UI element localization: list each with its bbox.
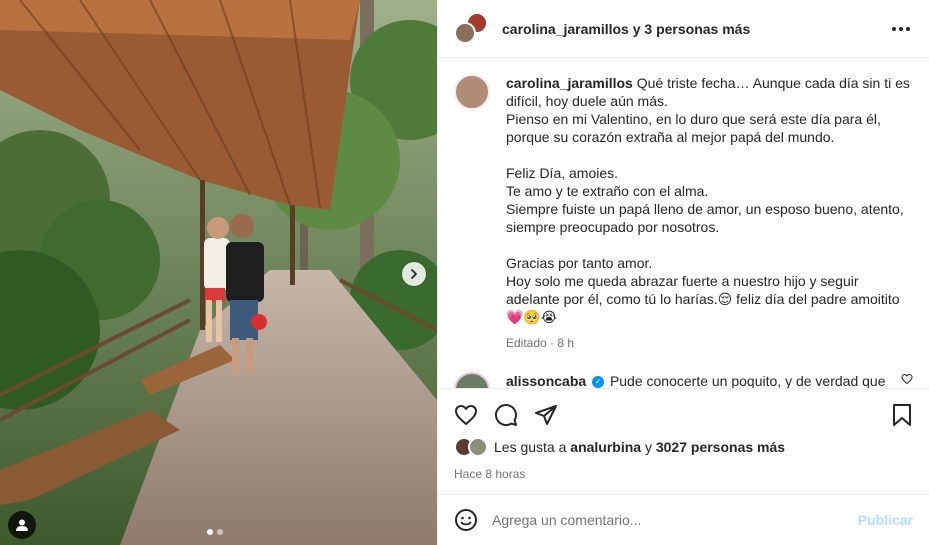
carousel-dot: [217, 529, 223, 535]
caption-line: Pienso en mi Valentino, en lo duro que s…: [506, 111, 881, 127]
user-tag-button[interactable]: [8, 511, 36, 539]
chevron-right-icon: [411, 269, 417, 279]
caption-username[interactable]: carolina_jaramillos: [506, 75, 633, 91]
emoji-icon: [455, 509, 477, 531]
carousel-dot-active: [207, 529, 213, 535]
post-author: carolina_jaramillos y 3 personas más: [502, 21, 889, 37]
comment-input[interactable]: [492, 512, 858, 528]
edited-time[interactable]: 8 h: [557, 336, 574, 350]
avatar: [454, 21, 476, 44]
post-caption: carolina_jaramillos Qué triste fecha… Au…: [454, 74, 913, 350]
collab-text[interactable]: y 3 personas más: [633, 21, 751, 37]
avatar[interactable]: [454, 372, 490, 388]
comment-icon: [495, 404, 517, 427]
caption-line: difícil, hoy duele aún más.: [506, 93, 668, 109]
like-button[interactable]: [454, 403, 478, 427]
post-header: carolina_jaramillos y 3 personas más: [438, 0, 929, 58]
more-options-button[interactable]: [889, 26, 913, 32]
likes-connector: y: [644, 439, 652, 455]
comment-body: Pude conocerte un poquito, y de verdad q…: [609, 373, 886, 388]
more-horizontal-icon: [892, 26, 910, 31]
comment-like-button[interactable]: [901, 372, 913, 388]
caption-line: Te amo y te extraño con el alma.: [506, 183, 709, 199]
avatar[interactable]: [454, 74, 490, 110]
author-username[interactable]: carolina_jaramillos: [502, 21, 629, 37]
heart-icon: [455, 405, 477, 425]
caption-line: siempre preocupado por nosotros.: [506, 219, 720, 235]
post-time[interactable]: Hace 8 horas: [454, 467, 913, 481]
caption-line: adelante por él, como tú lo harías.😌 fel…: [506, 291, 900, 307]
post-photo[interactable]: [0, 0, 437, 545]
liker-username[interactable]: analurbina: [570, 439, 641, 455]
emoji-button[interactable]: [454, 508, 478, 532]
caption-line: porque su corazón extraña al mejor papá …: [506, 129, 835, 145]
share-icon: [535, 405, 557, 425]
user-tag-icon: [16, 519, 28, 531]
edited-meta: Editado · 8 h: [506, 336, 910, 350]
likes-count[interactable]: 3027 personas más: [656, 439, 785, 455]
comment-text: alissoncaba ✓ Pude conocerte un poquito,…: [506, 372, 893, 388]
collab-avatars[interactable]: [454, 11, 488, 46]
heart-icon: [901, 373, 913, 385]
post-modal: carolina_jaramillos y 3 personas más car…: [0, 0, 929, 545]
comment-item: alissoncaba ✓ Pude conocerte un poquito,…: [454, 372, 913, 388]
caption-line: Feliz Día, amoies.: [506, 165, 619, 181]
publish-button[interactable]: Publicar: [858, 512, 913, 528]
caption-line: 💗🥺😭: [506, 309, 558, 325]
avatar: [468, 437, 488, 457]
post-actions: Les gusta a analurbina y 3027 personas m…: [438, 388, 929, 494]
likes-summary: Les gusta a analurbina y 3027 personas m…: [454, 437, 913, 457]
next-slide-button[interactable]: [402, 262, 426, 286]
photo-scene: [0, 0, 437, 545]
caption-line: Siempre fuiste un papá lleno de amor, un…: [506, 201, 904, 217]
caption-line: Gracias por tanto amor.: [506, 255, 653, 271]
caption-line: Qué triste fecha… Aunque cada día sin ti…: [636, 75, 910, 91]
caption-text: carolina_jaramillos Qué triste fecha… Au…: [506, 74, 910, 326]
comment-username[interactable]: alissoncaba: [506, 373, 586, 388]
comment-composer: Publicar: [438, 494, 929, 545]
action-bar: [454, 389, 913, 441]
edited-label: Editado: [506, 336, 547, 350]
post-side-panel: carolina_jaramillos y 3 personas más car…: [437, 0, 929, 545]
carousel-indicator: [207, 529, 223, 535]
caption-line: Hoy solo me queda abrazar fuerte a nuest…: [506, 273, 859, 289]
comment-button[interactable]: [494, 403, 518, 427]
share-button[interactable]: [534, 403, 558, 427]
bookmark-icon: [893, 404, 911, 426]
comments-section[interactable]: carolina_jaramillos Qué triste fecha… Au…: [438, 58, 929, 388]
likes-prefix: Les gusta a: [494, 439, 567, 455]
verified-badge-icon: ✓: [592, 376, 605, 388]
likers-avatars[interactable]: [454, 437, 490, 457]
save-button[interactable]: [891, 403, 913, 427]
